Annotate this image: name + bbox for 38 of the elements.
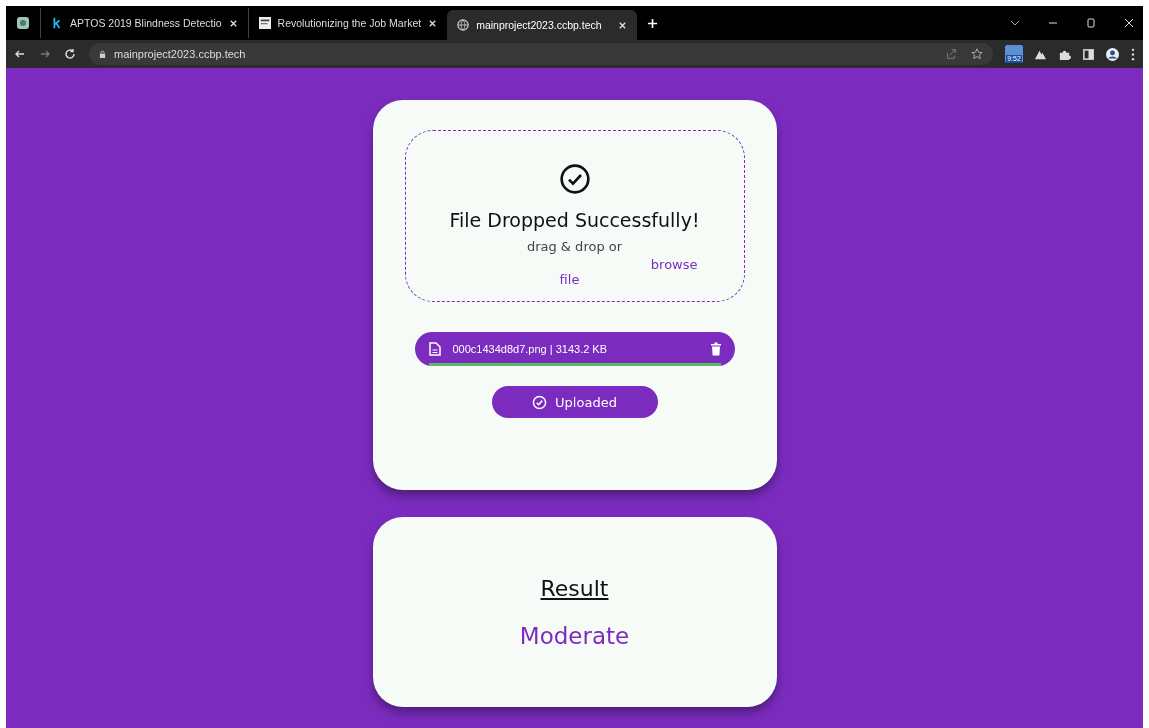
more-icon[interactable] bbox=[1131, 47, 1135, 61]
document-icon bbox=[428, 342, 441, 356]
reload-icon[interactable] bbox=[64, 48, 76, 60]
drop-hint: drag & drop or bbox=[526, 239, 623, 254]
close-icon[interactable] bbox=[228, 18, 238, 28]
share-icon[interactable] bbox=[945, 48, 957, 60]
browser-tab[interactable]: APTOS 2019 Blindness Detectio bbox=[40, 8, 248, 38]
tab-title: APTOS 2019 Blindness Detectio bbox=[70, 17, 222, 29]
app-icon[interactable] bbox=[16, 16, 30, 30]
k-logo-icon bbox=[51, 17, 63, 29]
drop-heading: File Dropped Successfully! bbox=[449, 209, 700, 231]
page-favicon bbox=[258, 17, 271, 29]
browser-tab[interactable]: mainproject2023.ccbp.tech bbox=[447, 10, 638, 40]
drop-zone[interactable]: File Dropped Successfully! drag & drop or browse file bbox=[404, 130, 745, 302]
file-name: 000c1434d8d7.png | 3143.2 KB bbox=[452, 343, 608, 355]
new-tab-icon[interactable] bbox=[647, 17, 659, 29]
maximize-icon[interactable] bbox=[1085, 17, 1097, 29]
close-icon[interactable] bbox=[1123, 17, 1135, 29]
result-title: Result bbox=[540, 575, 609, 601]
star-icon[interactable] bbox=[971, 48, 983, 60]
lock-icon bbox=[99, 49, 106, 59]
close-icon[interactable] bbox=[618, 20, 628, 30]
avatar-icon[interactable] bbox=[1106, 47, 1119, 61]
uploaded-button[interactable]: Uploaded bbox=[491, 386, 658, 418]
back-icon[interactable] bbox=[14, 48, 26, 60]
tab-title: Revolutionizing the Job Market bbox=[277, 17, 422, 29]
trash-icon[interactable] bbox=[710, 342, 721, 356]
file-link[interactable]: file bbox=[559, 272, 580, 287]
close-icon[interactable] bbox=[428, 18, 438, 28]
result-value: Moderate bbox=[519, 622, 630, 649]
check-circle-icon bbox=[558, 163, 591, 195]
browse-link[interactable]: browse bbox=[650, 257, 698, 272]
tab-title: mainproject2023.ccbp.tech bbox=[476, 19, 603, 31]
check-circle-icon bbox=[532, 394, 548, 410]
globe-icon bbox=[457, 19, 470, 31]
address-bar[interactable]: mainproject2023.ccbp.tech bbox=[89, 43, 993, 65]
side-panel-icon[interactable] bbox=[1082, 47, 1095, 61]
forward-icon[interactable] bbox=[39, 48, 51, 60]
